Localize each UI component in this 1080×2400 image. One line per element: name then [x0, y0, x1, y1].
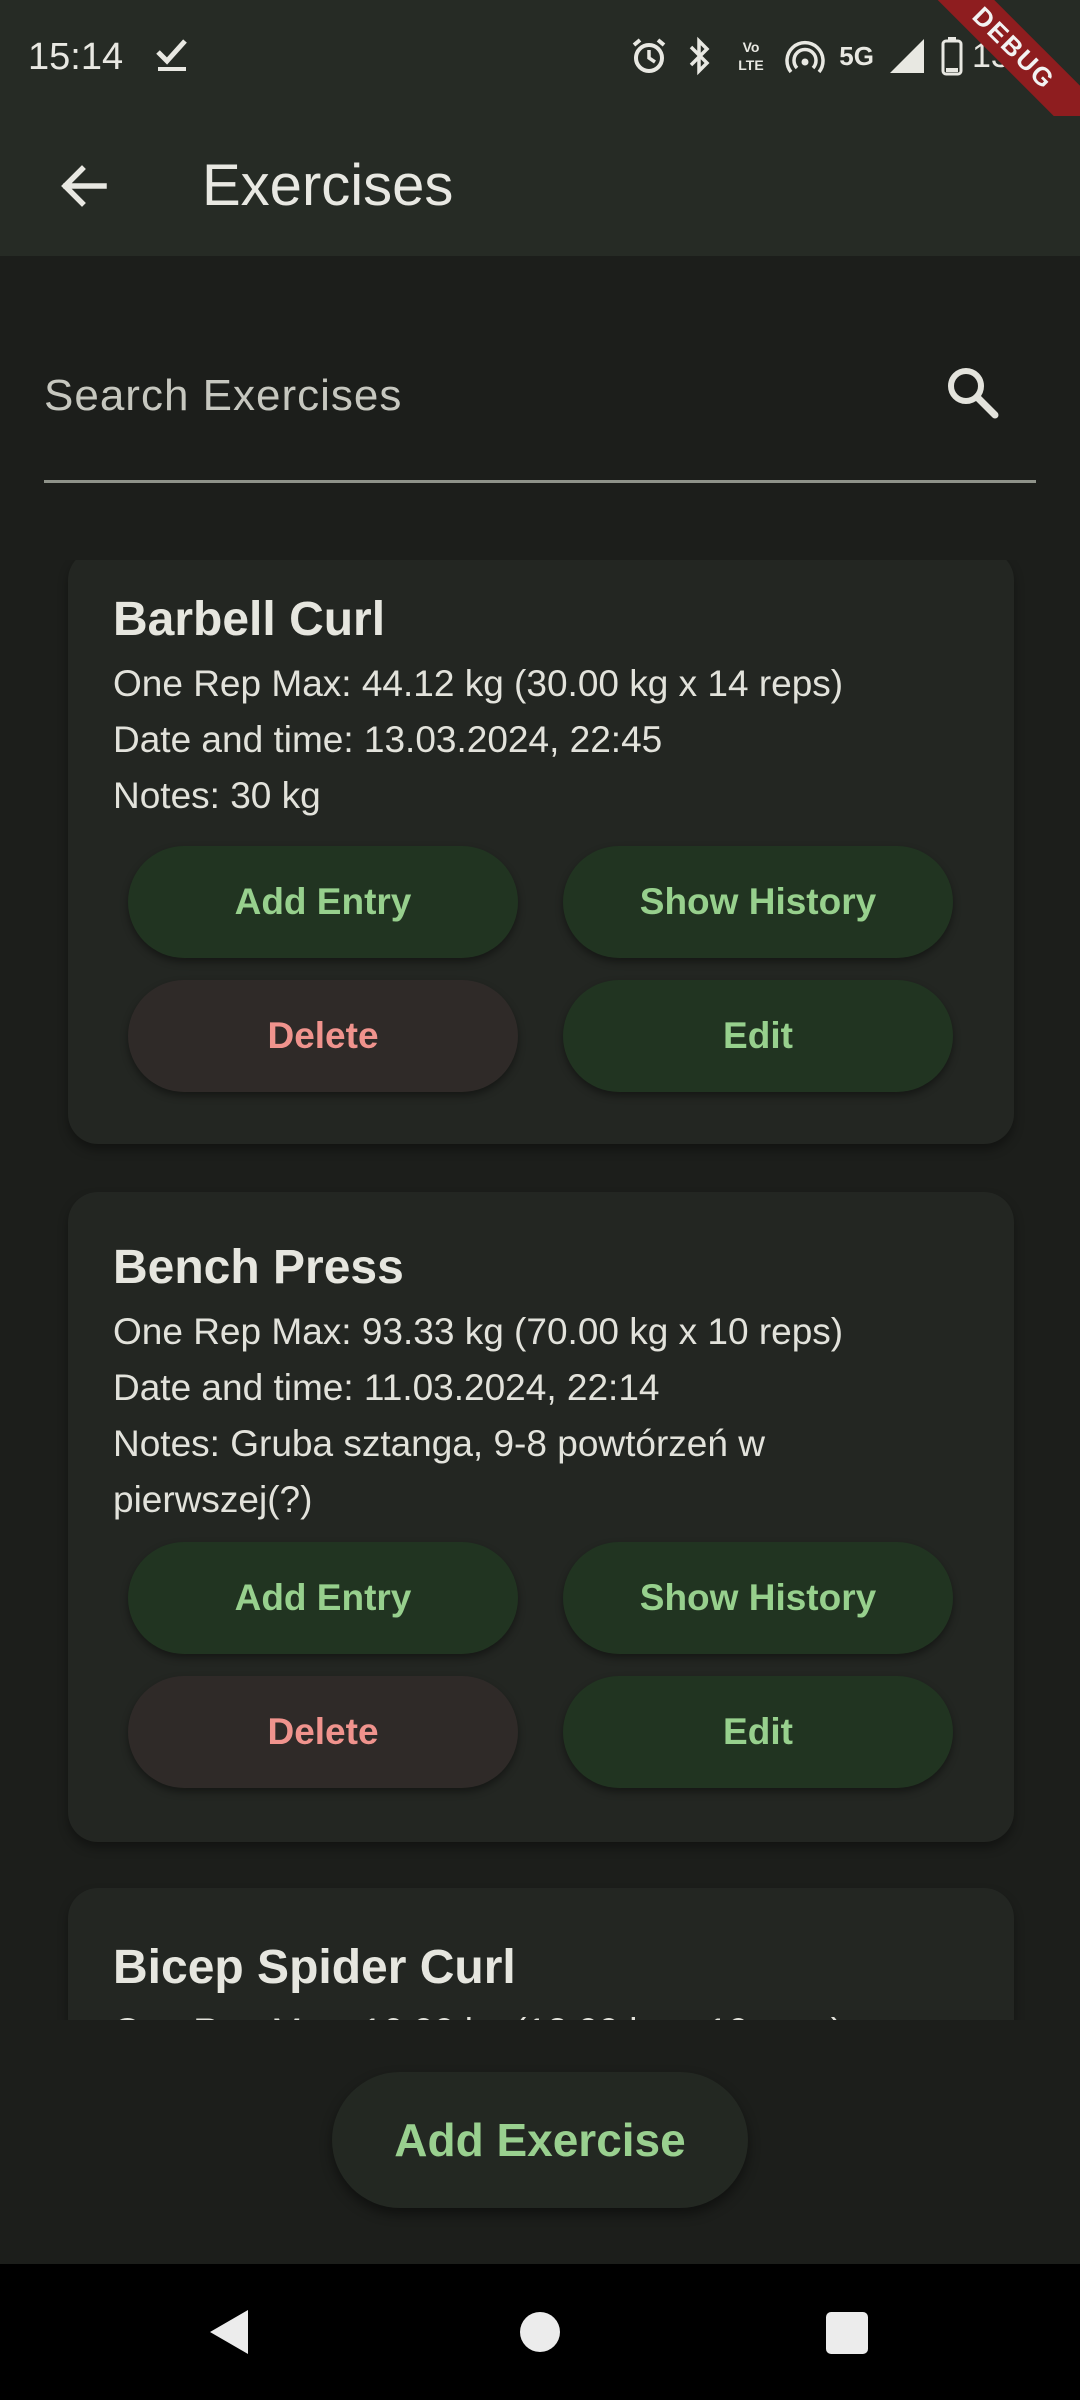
exercise-notes: Notes: Gruba sztanga, 9-8 powtórzeń w pi…: [113, 1423, 765, 1520]
status-bar: 15:14 Vo LTE 5G 13%: [0, 0, 1080, 155]
nav-back-icon[interactable]: [206, 2308, 250, 2356]
exercise-date-time: Date and time: 13.03.2024, 22:45: [113, 719, 663, 760]
nav-home-icon[interactable]: [520, 2312, 560, 2352]
svg-text:Vo: Vo: [743, 39, 760, 55]
battery-icon: [941, 37, 963, 76]
volte-icon: Vo LTE: [739, 39, 764, 73]
system-nav-bar: [0, 2264, 1080, 2400]
app-bar: Exercises: [0, 116, 1080, 256]
delete-button[interactable]: Delete: [128, 980, 518, 1092]
svg-text:LTE: LTE: [739, 57, 764, 73]
add-entry-button[interactable]: Add Entry: [128, 846, 518, 958]
show-history-button[interactable]: Show History: [563, 1542, 953, 1654]
exercise-name: Bench Press: [113, 1241, 404, 1294]
page-title: Exercises: [202, 153, 454, 218]
search-field[interactable]: [44, 320, 1036, 483]
exercise-name: Bicep Spider Curl: [113, 1941, 516, 1994]
hotspot-icon: [785, 41, 825, 74]
search-input[interactable]: [44, 358, 904, 434]
exercise-card: Barbell Curl One Rep Max: 44.12 kg (30.0…: [68, 560, 1014, 1144]
exercise-one-rep-max: One Rep Max: 44.12 kg (30.00 kg x 14 rep…: [113, 663, 844, 704]
back-button[interactable]: [44, 146, 124, 226]
exercise-card: Bicep Spider Curl One Rep Max: 16.00 kg …: [68, 1888, 1014, 2020]
add-entry-button[interactable]: Add Entry: [128, 1542, 518, 1654]
exercise-card: Bench Press One Rep Max: 93.33 kg (70.00…: [68, 1192, 1014, 1842]
exercise-name: Barbell Curl: [113, 593, 386, 646]
search-icon[interactable]: [942, 362, 1002, 422]
show-history-button[interactable]: Show History: [563, 846, 953, 958]
exercise-one-rep-max: One Rep Max: 16.00 kg (12.00 kg x 10 rep…: [113, 2004, 973, 2020]
bluetooth-icon: [690, 36, 710, 76]
exercise-list[interactable]: Barbell Curl One Rep Max: 44.12 kg (30.0…: [0, 560, 1080, 2020]
exercise-date-time: Date and time: 11.03.2024, 22:14: [113, 1367, 660, 1408]
nav-recents-icon[interactable]: [826, 2312, 868, 2354]
network-type: 5G: [839, 40, 874, 71]
edit-button[interactable]: Edit: [563, 1676, 953, 1788]
arrow-left-icon: [61, 165, 107, 207]
exercise-one-rep-max: One Rep Max: 93.33 kg (70.00 kg x 10 rep…: [113, 1311, 844, 1352]
exercise-notes: Notes: 30 kg: [113, 775, 321, 816]
alarm-icon: [632, 38, 666, 73]
add-exercise-button[interactable]: Add Exercise: [332, 2072, 748, 2208]
delete-button[interactable]: Delete: [128, 1676, 518, 1788]
edit-button[interactable]: Edit: [563, 980, 953, 1092]
status-time: 15:14: [28, 36, 124, 78]
signal-icon: [889, 39, 924, 73]
check-icon: [156, 39, 187, 71]
